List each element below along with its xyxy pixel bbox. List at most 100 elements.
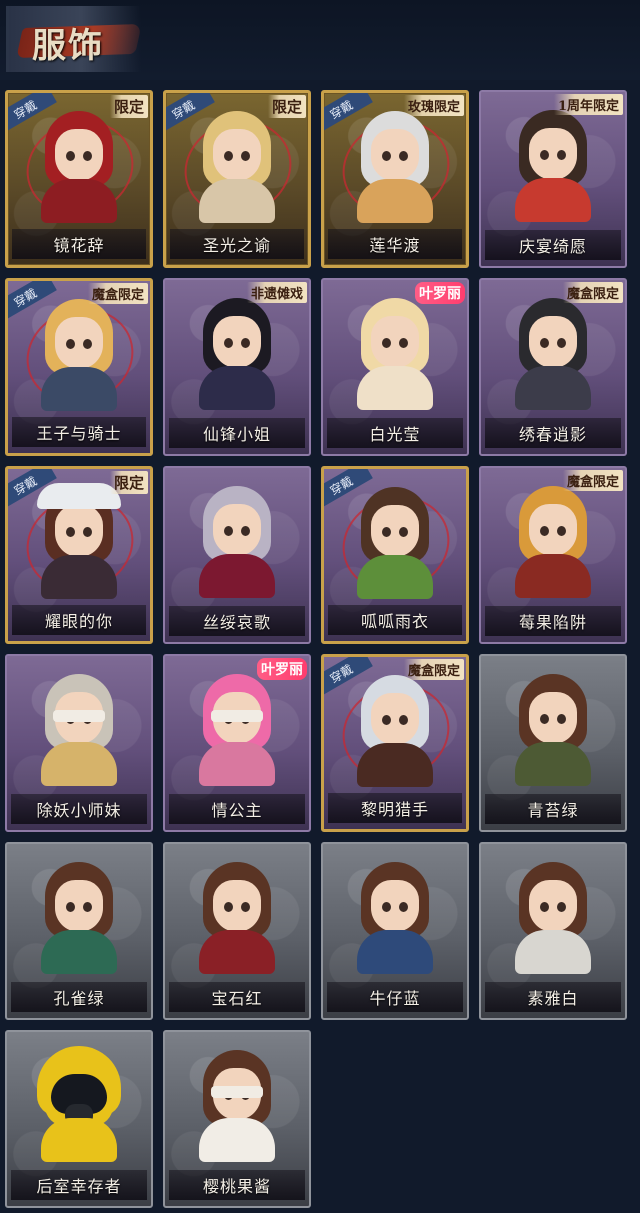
costume-card[interactable]: 叶罗丽 情公主 <box>163 654 311 832</box>
costume-name: 王子与骑士 <box>36 424 122 443</box>
portrait-eye-left <box>540 150 549 160</box>
portrait-eye-left <box>224 151 233 161</box>
portrait-eye-right <box>241 526 250 536</box>
card-name-bar: 丝绥哀歌 <box>169 606 305 636</box>
portrait-face <box>371 693 419 745</box>
portrait-face <box>371 316 419 368</box>
limited-tag: 魔盒限定 <box>562 470 623 491</box>
costume-name: 素雅白 <box>527 989 579 1008</box>
costume-card[interactable]: 非遗傩戏 仙锋小姐 <box>163 278 311 456</box>
character-portrait <box>31 295 127 411</box>
portrait-outfit <box>41 555 117 599</box>
limited-tag: 魔盒限定 <box>87 283 148 304</box>
portrait-face <box>55 129 103 181</box>
portrait-eye-left <box>382 527 391 537</box>
card-name-bar: 后室幸存者 <box>11 1170 147 1200</box>
portrait-face <box>213 504 261 556</box>
character-portrait <box>347 671 443 787</box>
portrait-outfit <box>41 1118 117 1162</box>
character-portrait <box>189 482 285 598</box>
costume-card[interactable]: 穿戴 魔盒限定 王子与骑士 <box>5 278 153 456</box>
costume-name: 耀眼的你 <box>44 612 113 631</box>
character-portrait <box>505 106 601 222</box>
costume-name: 牛仔蓝 <box>369 989 421 1008</box>
character-portrait <box>189 670 285 786</box>
costume-card[interactable]: 丝绥哀歌 <box>163 466 311 644</box>
portrait-outfit <box>357 743 433 787</box>
portrait-blindfold <box>211 1086 263 1098</box>
costume-card[interactable]: 魔盒限定莓果陷阱 <box>479 466 627 644</box>
card-name-bar: 莓果陷阱 <box>485 606 621 636</box>
costume-grid: 穿戴 限定 镜花辞 穿戴 限定 圣光之谕 穿戴 玫瑰限定 莲华渡 1周年限定 庆宴绮愿 穿戴 魔盒限定王… <box>5 90 635 1208</box>
character-portrait <box>31 670 127 786</box>
costume-card[interactable]: 魔盒限定 绣春逍影 <box>479 278 627 456</box>
portrait-eye-right <box>399 151 408 161</box>
costume-name: 庆宴绮愿 <box>518 237 587 256</box>
character-portrait <box>347 294 443 410</box>
card-name-bar: 白光莹 <box>327 418 463 448</box>
limited-tag: 限定 <box>109 471 148 494</box>
portrait-face <box>55 505 103 557</box>
portrait-eye-right <box>557 714 566 724</box>
portrait-eye-left <box>224 902 233 912</box>
portrait-eye-left <box>382 338 391 348</box>
costume-name: 呱呱雨衣 <box>360 612 429 631</box>
costume-card[interactable]: 后室幸存者 <box>5 1030 153 1208</box>
costume-card[interactable]: 穿戴 限定 圣光之谕 <box>163 90 311 268</box>
character-portrait <box>31 1046 127 1162</box>
character-portrait <box>189 107 285 223</box>
portrait-outfit <box>199 366 275 410</box>
limited-tag: 限定 <box>267 95 306 118</box>
character-portrait <box>505 294 601 410</box>
costume-name: 宝石红 <box>211 989 263 1008</box>
card-name-bar: 宝石红 <box>169 982 305 1012</box>
portrait-outfit <box>515 930 591 974</box>
portrait-outfit <box>357 179 433 223</box>
costume-name: 绣春逍影 <box>518 425 587 444</box>
character-portrait <box>505 482 601 598</box>
costume-card[interactable]: 孔雀绿 <box>5 842 153 1020</box>
limited-tag: 玫瑰限定 <box>403 95 464 116</box>
costume-card[interactable]: 除妖小师妹 <box>5 654 153 832</box>
portrait-face <box>371 880 419 932</box>
portrait-outfit <box>515 366 591 410</box>
costume-card[interactable]: 穿戴 限定 耀眼的你 <box>5 466 153 644</box>
portrait-eye-right <box>83 151 92 161</box>
portrait-eye-right <box>557 338 566 348</box>
portrait-eye-right <box>399 527 408 537</box>
character-portrait <box>189 858 285 974</box>
card-name-bar: 王子与骑士 <box>12 417 146 447</box>
costume-card[interactable]: 穿戴 魔盒限定 黎明猎手 <box>321 654 469 832</box>
portrait-eye-right <box>399 715 408 725</box>
costume-name: 丝绥哀歌 <box>202 613 271 632</box>
portrait-outfit <box>515 742 591 786</box>
costume-card[interactable]: 叶罗丽 白光莹 <box>321 278 469 456</box>
portrait-outfit <box>357 555 433 599</box>
portrait-outfit <box>515 554 591 598</box>
costume-card[interactable]: 宝石红 <box>163 842 311 1020</box>
portrait-eye-right <box>557 526 566 536</box>
costume-card[interactable]: 青苔绿 <box>479 654 627 832</box>
portrait-eye-right <box>241 338 250 348</box>
costume-name: 镜花辞 <box>53 236 105 255</box>
card-name-bar: 耀眼的你 <box>12 605 146 635</box>
costume-card[interactable]: 素雅白 <box>479 842 627 1020</box>
portrait-cowboy-hat <box>37 483 121 509</box>
costume-name: 后室幸存者 <box>36 1177 122 1196</box>
costume-card[interactable]: 穿戴 呱呱雨衣 <box>321 466 469 644</box>
costume-card[interactable]: 樱桃果酱 <box>163 1030 311 1208</box>
portrait-outfit <box>199 742 275 786</box>
portrait-eye-left <box>540 902 549 912</box>
portrait-eye-right <box>557 902 566 912</box>
costume-card[interactable]: 穿戴 限定 镜花辞 <box>5 90 153 268</box>
costume-card[interactable]: 牛仔蓝 <box>321 842 469 1020</box>
character-portrait <box>347 107 443 223</box>
portrait-face <box>371 505 419 557</box>
costume-name: 孔雀绿 <box>53 989 105 1008</box>
costume-card[interactable]: 1周年限定 庆宴绮愿 <box>479 90 627 268</box>
portrait-face <box>529 504 577 556</box>
portrait-eye-right <box>83 902 92 912</box>
character-portrait <box>505 858 601 974</box>
portrait-eye-left <box>66 902 75 912</box>
costume-card[interactable]: 穿戴 玫瑰限定 莲华渡 <box>321 90 469 268</box>
